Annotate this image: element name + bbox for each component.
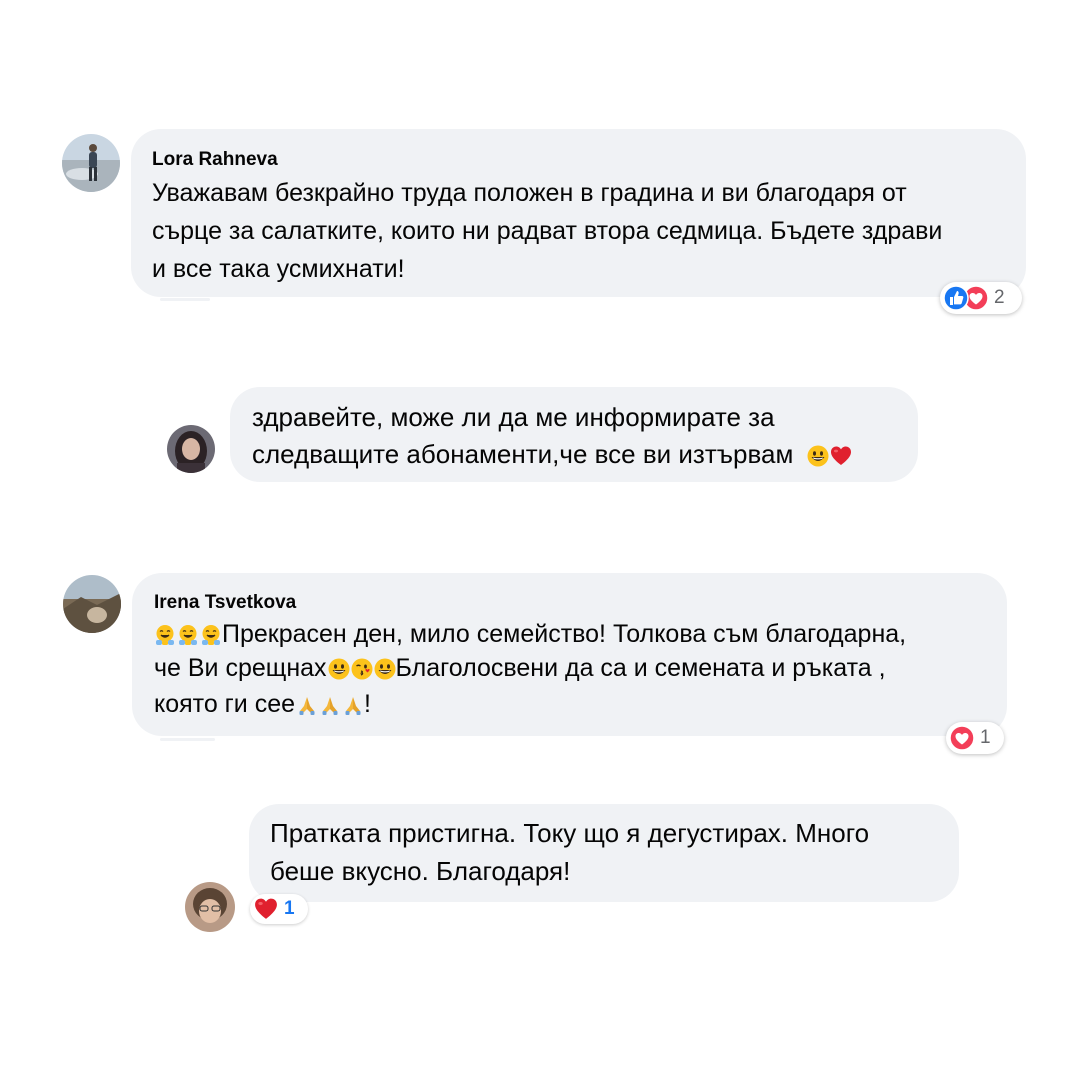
reaction-count: 1 [284,898,295,919]
reaction-count: 2 [994,287,1005,308]
avatar-commenter[interactable] [167,425,215,473]
comment-author[interactable]: Lora Rahneva [152,149,278,171]
grinning-face-emoji [328,658,350,680]
comment-bubble: Lora Rahneva Уважавам безкрайно труда по… [131,129,1026,297]
comment-text-line: и все така усмихнати! [152,255,405,283]
comment-text-line: Уважавам безкрайно труда положен в гради… [152,179,907,207]
comment-text: че Ви срещнах [154,654,327,682]
love-icon [949,725,975,751]
avatar-irena-tsvetkova[interactable] [63,575,121,633]
like-icon [943,285,969,311]
bubble-divider [160,298,210,301]
comment-text: която ги сее [154,690,296,718]
comment-text-line: здравейте, може ли да ме информирате за [252,402,775,432]
reaction-summary[interactable]: 1 [250,894,308,924]
comment-bubble: здравейте, може ли да ме информирате за … [230,387,918,482]
reaction-summary[interactable]: 2 [940,282,1022,314]
comment-text-line: беше вкусно. Благодаря! [270,856,571,886]
red-heart-emoji [830,445,852,467]
comment-text: ! [364,690,371,718]
comment-text-line: Прекрасен ден, мило семейство! Толкова с… [154,620,906,649]
comment-text: Прекрасен ден, мило семейство! Толкова с… [222,620,907,648]
comment-text-line: Пратката пристигна. Току що я дегустирах… [270,818,870,848]
bubble-divider [160,738,215,741]
avatar-lora-rahneva[interactable] [62,134,120,192]
folded-hands-emoji [296,694,318,716]
comment-text: следващите абонаменти,че все ви изтървам [252,439,794,469]
hugging-face-emoji [154,624,176,646]
folded-hands-emoji [342,694,364,716]
avatar-commenter[interactable] [185,882,235,932]
folded-hands-emoji [319,694,341,716]
comment-text-line: сърце за салатките, които ни радват втор… [152,217,943,245]
comment-author[interactable]: Irena Tsvetkova [154,592,296,614]
comment-text: Благолосвени да са и семената и ръката , [395,654,886,682]
comment-text-line: която ги сее! [154,690,371,719]
reaction-count: 1 [980,727,991,748]
reaction-summary[interactable]: 1 [946,722,1004,754]
comment-text-line: следващите абонаменти,че все ви изтървам [252,439,852,470]
hugging-face-emoji [200,624,222,646]
face-blowing-kiss-emoji [351,658,373,680]
comment-bubble: Пратката пристигна. Току що я дегустирах… [249,804,959,902]
grinning-face-emoji [807,445,829,467]
grinning-face-emoji [374,658,396,680]
comment-bubble: Irena Tsvetkova Прекрасен ден, мило семе… [132,573,1007,736]
hugging-face-emoji [177,624,199,646]
comment-text-line: че Ви срещнах Благолосвени да са и семена… [154,654,886,683]
red-heart-emoji [253,897,279,921]
